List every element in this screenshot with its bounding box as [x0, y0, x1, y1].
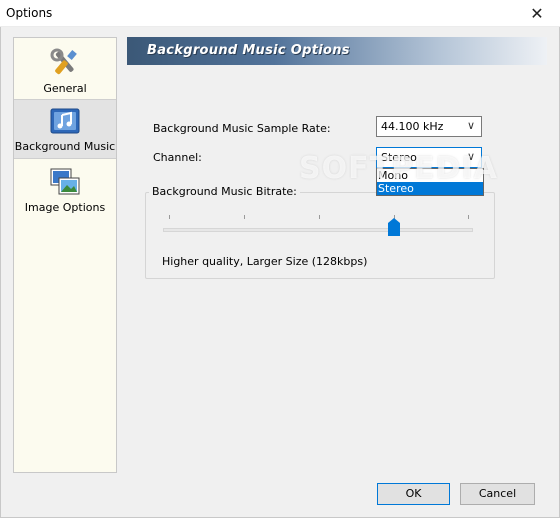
- channel-value: Stereo: [381, 151, 417, 164]
- section-title: Background Music Options: [147, 43, 350, 58]
- bitrate-group-label: Background Music Bitrate:: [149, 185, 300, 198]
- dialog-client-area: General Background Music Image Options B…: [0, 27, 560, 518]
- close-icon[interactable]: ✕: [514, 0, 560, 27]
- bitrate-slider-track[interactable]: [163, 228, 473, 232]
- section-header: Background Music Options: [127, 37, 547, 65]
- sidebar-item-label: Background Music: [14, 140, 116, 153]
- channel-label: Channel:: [153, 151, 202, 164]
- images-icon: [50, 168, 80, 195]
- slider-tick: [169, 215, 170, 219]
- slider-tick: [468, 215, 469, 219]
- dropdown-option-stereo[interactable]: Stereo: [377, 182, 483, 195]
- sample-rate-label: Background Music Sample Rate:: [153, 122, 331, 135]
- bitrate-quality-text: Higher quality, Larger Size (128kbps): [162, 255, 368, 268]
- channel-dropdown-list: Mono Stereo: [376, 168, 484, 196]
- options-panel: Background Music Options Background Musi…: [127, 37, 559, 473]
- cancel-button[interactable]: Cancel: [460, 483, 535, 505]
- sample-rate-value: 44.100 kHz: [381, 120, 444, 133]
- sidebar-item-background-music[interactable]: Background Music: [14, 99, 116, 159]
- sample-rate-select[interactable]: 44.100 kHz ∨: [376, 116, 482, 137]
- channel-select[interactable]: Stereo ∨: [376, 147, 482, 168]
- tools-icon: [50, 48, 77, 75]
- slider-tick: [319, 215, 320, 219]
- bitrate-slider-thumb[interactable]: [388, 218, 400, 236]
- sidebar-item-label: General: [43, 82, 87, 95]
- sidebar-item-label: Image Options: [24, 201, 106, 214]
- sidebar: General Background Music Image Options: [13, 37, 117, 473]
- sidebar-item-general[interactable]: General: [14, 42, 116, 102]
- title-bar: Options ✕: [0, 0, 560, 27]
- chevron-down-icon: ∨: [466, 119, 475, 132]
- ok-button[interactable]: OK: [377, 483, 450, 505]
- music-note-icon: [50, 108, 80, 134]
- sidebar-item-image-options[interactable]: Image Options: [14, 161, 116, 221]
- dropdown-option-mono[interactable]: Mono: [377, 169, 483, 182]
- window-title: Options: [6, 6, 53, 20]
- slider-ticks: [169, 215, 469, 221]
- slider-tick: [244, 215, 245, 219]
- chevron-down-icon: ∨: [466, 150, 475, 163]
